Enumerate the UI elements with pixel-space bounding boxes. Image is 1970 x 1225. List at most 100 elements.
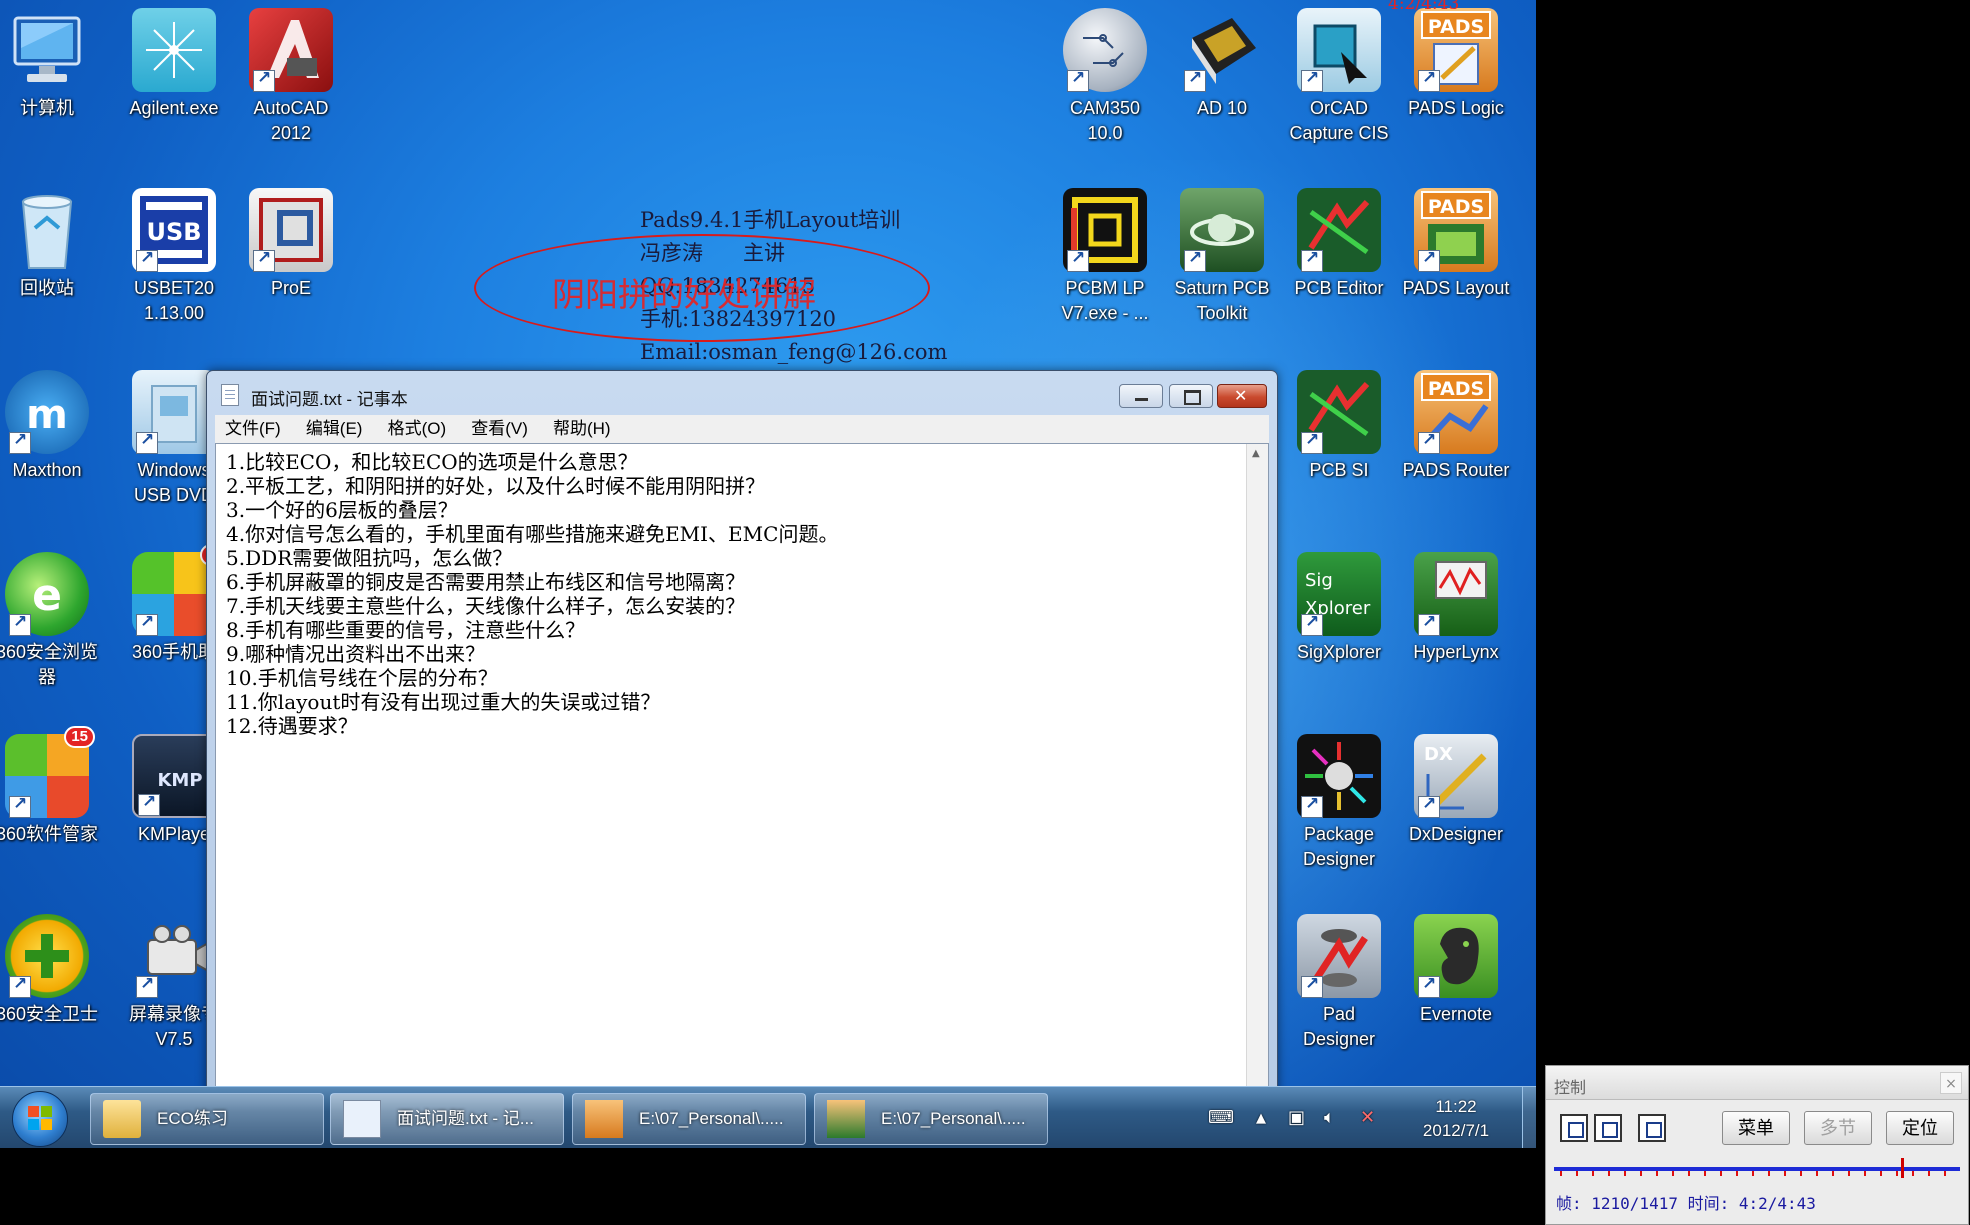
locate-button[interactable]: 定位 — [1886, 1111, 1954, 1145]
playhead[interactable] — [1901, 1158, 1904, 1178]
progress-tick — [1688, 1171, 1690, 1176]
text-line: 7.手机天线要主意些什么，天线像什么样子，怎么安装的？ — [226, 594, 746, 618]
pads-router-icon: PADS — [1414, 370, 1498, 454]
shortcut-arrow-icon — [138, 792, 160, 816]
show-hidden-icons-icon[interactable]: ▲ — [1256, 1111, 1266, 1126]
progress-tick — [1640, 1171, 1642, 1176]
agilent-icon — [132, 8, 216, 92]
notepad-window[interactable]: 面试问题.txt - 记事本 文件(F) 编辑(E) 格式(O) 查看(V) 帮… — [206, 370, 1278, 1096]
progress-tick — [1896, 1171, 1898, 1176]
desktop-icon-evernote[interactable]: Evernote — [1397, 914, 1515, 1027]
desktop-icon-autocad[interactable]: AutoCAD 2012 — [232, 8, 350, 146]
svg-text:USB: USB — [146, 218, 201, 246]
svg-text:PADS: PADS — [1428, 16, 1484, 38]
orcad-icon — [1297, 8, 1381, 92]
desktop-icon-pads-logic[interactable]: PADS PADS Logic — [1397, 8, 1515, 121]
volume-icon[interactable]: 🔈︎ — [1324, 1107, 1335, 1128]
menu-file[interactable]: 文件(F) — [215, 415, 291, 443]
desktop-icon-pcb-editor[interactable]: PCB Editor — [1280, 188, 1398, 301]
keyboard-icon[interactable]: ⌨ — [1208, 1107, 1234, 1128]
close-icon[interactable]: × — [1940, 1072, 1962, 1094]
pads-logic-icon — [585, 1100, 623, 1138]
desktop-icon-agilent[interactable]: Agilent.exe — [115, 8, 233, 121]
shortcut-arrow-icon — [9, 794, 31, 818]
menu-edit[interactable]: 编辑(E) — [296, 415, 373, 443]
svg-text:e: e — [32, 570, 62, 621]
shortcut-arrow-icon — [1418, 248, 1440, 272]
shortcut-arrow-icon — [1418, 794, 1440, 818]
usb-icon: USB — [132, 188, 216, 272]
text-editor[interactable]: 1.比较ECO，和比较ECO的选项是什么意思？ 2.平板工艺，和阴阳拼的好处，以… — [215, 443, 1269, 1091]
network-icon[interactable]: ▣ — [1288, 1107, 1305, 1128]
evernote-icon — [1414, 914, 1498, 998]
desktop-icon-saturn-pcb[interactable]: Saturn PCB Toolkit — [1163, 188, 1281, 326]
show-desktop-button[interactable] — [1522, 1087, 1536, 1148]
stop-button[interactable] — [1594, 1114, 1622, 1142]
menu-view[interactable]: 查看(V) — [461, 415, 538, 443]
desktop-icon-pcb-si[interactable]: PCB SI — [1280, 370, 1398, 483]
desktop-icon-ad10[interactable]: AD 10 — [1163, 8, 1281, 121]
camera-icon — [132, 914, 216, 998]
task-label: ECO练习 — [157, 1109, 228, 1128]
desktop-icon-recycle-bin[interactable]: 回收站 — [0, 188, 106, 301]
vertical-scrollbar[interactable] — [1246, 444, 1268, 1090]
signal-icon[interactable]: ✕ — [1360, 1107, 1375, 1128]
360-software-icon: 15 — [5, 726, 95, 818]
icon-label: OrCAD Capture CIS — [1289, 98, 1389, 143]
desktop-icon-hyperlynx[interactable]: HyperLynx — [1397, 552, 1515, 665]
desktop-icon-dxdesigner[interactable]: DX DxDesigner — [1397, 734, 1515, 847]
shortcut-arrow-icon — [1418, 974, 1440, 998]
pause-button[interactable] — [1560, 1114, 1588, 1142]
desktop-icon-package-designer[interactable]: Package Designer — [1280, 734, 1398, 872]
shortcut-arrow-icon — [1418, 430, 1440, 454]
start-button[interactable] — [12, 1091, 68, 1147]
taskbar-item-notepad[interactable]: 面试问题.txt - 记... — [330, 1093, 564, 1145]
desktop-icon-pcbm-lp[interactable]: PCBM LP V7.exe - ... — [1046, 188, 1164, 326]
shortcut-arrow-icon — [1418, 612, 1440, 636]
icon-label: Evernote — [1419, 1004, 1493, 1024]
desktop-icon-maxthon[interactable]: m Maxthon — [0, 370, 106, 483]
progress-tick — [1928, 1171, 1930, 1176]
progress-tick — [1672, 1171, 1674, 1176]
pcb-si-icon — [1297, 370, 1381, 454]
minimize-button[interactable] — [1119, 384, 1163, 408]
overlay-timestamp: 4:2/4:43 — [1388, 0, 1460, 14]
desktop-icon-360-software[interactable]: 15 360软件管家 — [0, 726, 106, 847]
shortcut-arrow-icon — [1301, 248, 1323, 272]
shortcut-arrow-icon — [136, 612, 158, 636]
desktop-icon-pad-designer[interactable]: Pad Designer — [1280, 914, 1398, 1052]
dvd-tool-icon — [132, 370, 216, 454]
desktop-icon-360-guard[interactable]: 360安全卫士 — [0, 914, 106, 1027]
text-line: 6.手机屏蔽罩的铜皮是否需要用禁止布线区和信号地隔离？ — [226, 570, 746, 594]
progress-track[interactable] — [1554, 1158, 1960, 1178]
desktop-icon-cam350[interactable]: CAM350 10.0 — [1046, 8, 1164, 146]
icon-label: Saturn PCB Toolkit — [1174, 278, 1270, 323]
desktop-icon-pads-router[interactable]: PADS PADS Router — [1397, 370, 1515, 483]
menu-button[interactable]: 菜单 — [1722, 1111, 1790, 1145]
desktop-icon-computer[interactable]: 计算机 — [0, 8, 106, 121]
close-button[interactable] — [1217, 384, 1267, 408]
pcb-editor-icon — [1297, 188, 1381, 272]
desktop-icon-pads-layout[interactable]: PADS PADS Layout — [1397, 188, 1515, 301]
dxdesigner-icon: DX — [1414, 734, 1498, 818]
desktop-icon-proe[interactable]: ProE — [232, 188, 350, 301]
taskbar-item-folder[interactable]: ECO练习 — [90, 1093, 324, 1145]
maximize-button[interactable] — [1169, 384, 1213, 408]
sigxplorer-icon: Sig Xplorer — [1297, 552, 1381, 636]
next-frame-button[interactable] — [1638, 1114, 1666, 1142]
panel-header: 控制 × — [1546, 1066, 1968, 1100]
menu-format[interactable]: 格式(O) — [378, 415, 457, 443]
menu-help[interactable]: 帮助(H) — [543, 415, 621, 443]
desktop-icon-360-browser[interactable]: e 360安全浏览 器 — [0, 552, 106, 690]
taskbar-item-pads-layout[interactable]: E:\07_Personal\..... — [814, 1093, 1048, 1145]
svg-text:Sig: Sig — [1305, 570, 1333, 591]
taskbar-item-pads-logic[interactable]: E:\07_Personal\..... — [572, 1093, 806, 1145]
clock[interactable]: 11:22 2012/7/1 — [1396, 1095, 1516, 1143]
desktop-icon-sigxplorer[interactable]: SigXplorer SigXplorer — [1280, 552, 1398, 665]
svg-text:PADS: PADS — [1428, 378, 1484, 400]
notepad-icon — [221, 384, 239, 406]
desktop-icon-orcad[interactable]: OrCAD Capture CIS — [1280, 8, 1398, 146]
desktop-icon-usbet[interactable]: USB USBET20 1.13.00 — [115, 188, 233, 326]
icon-label: SigXplorer — [1296, 642, 1382, 662]
kmplayer-icon: KMP — [132, 734, 216, 818]
